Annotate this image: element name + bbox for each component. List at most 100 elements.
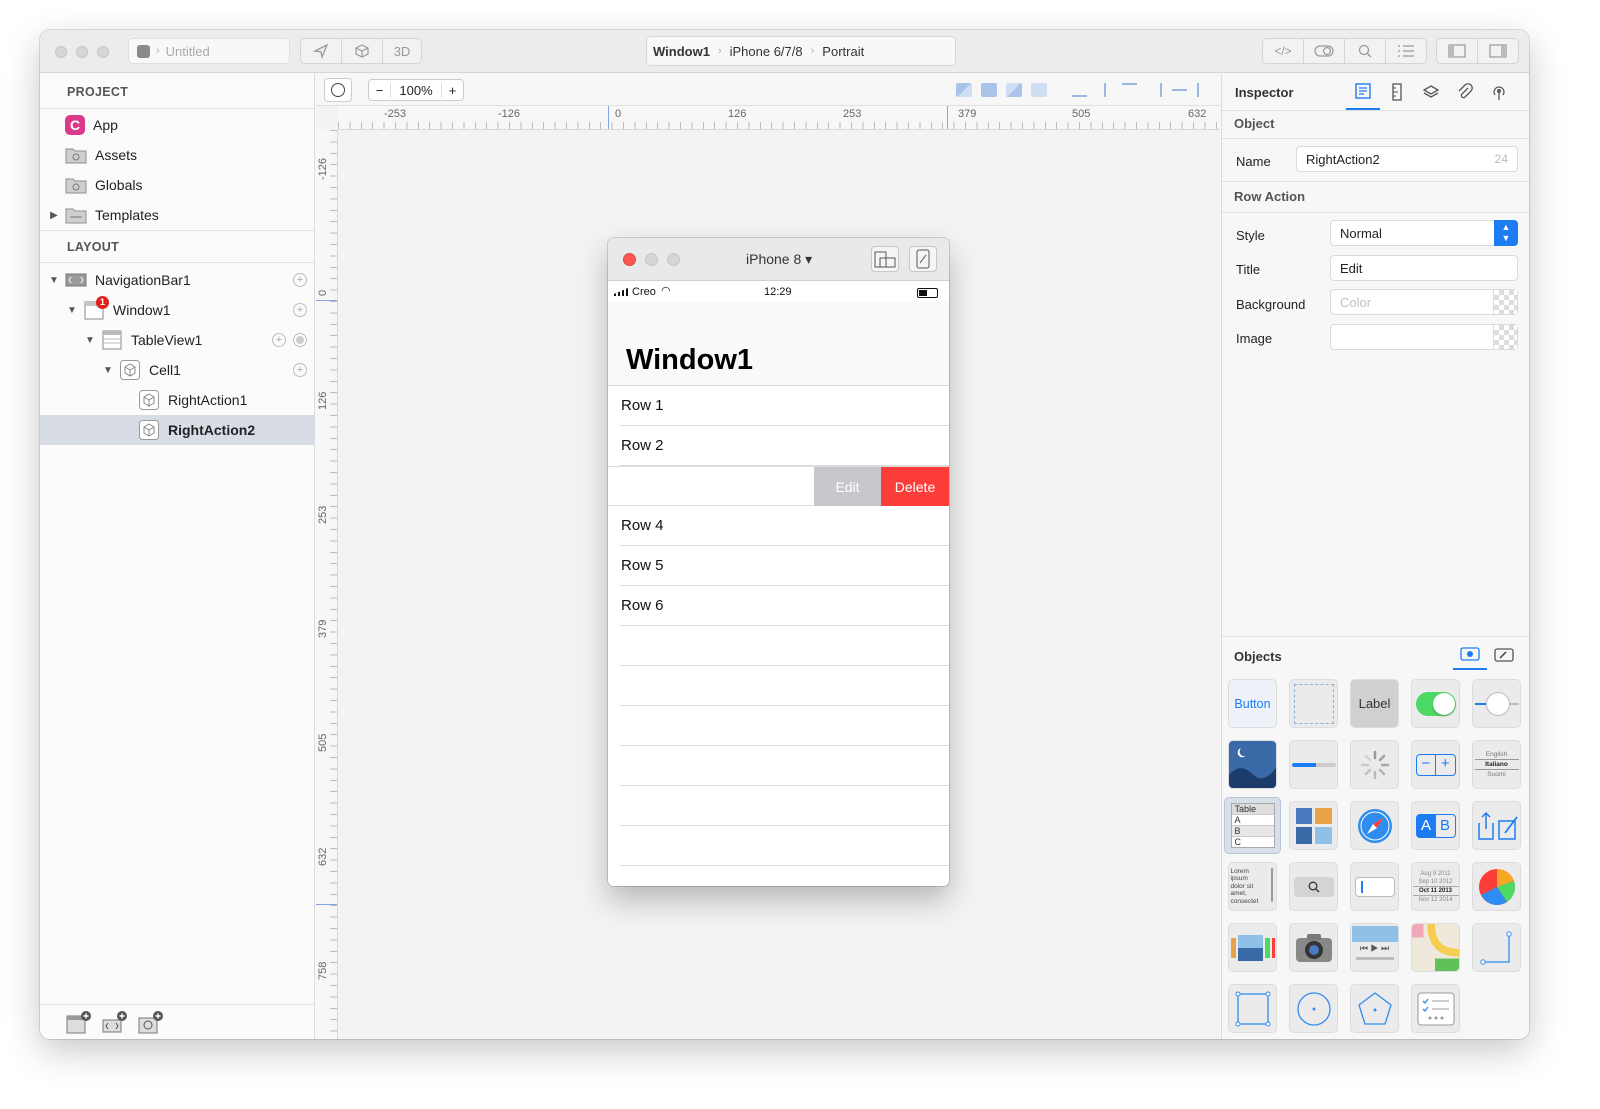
disclosure-right-icon[interactable]: ▶ — [48, 210, 60, 221]
progress-view-object[interactable] — [1289, 740, 1338, 789]
simulator-minimize-button[interactable] — [645, 253, 658, 266]
add-icon[interactable]: + — [293, 273, 307, 287]
add-navigation-bar-button[interactable] — [102, 1011, 127, 1033]
align-center-v-icon[interactable] — [1097, 83, 1112, 97]
table-row[interactable]: Row 5 — [620, 546, 949, 586]
view-object[interactable] — [1289, 679, 1338, 728]
close-window-button[interactable] — [55, 46, 67, 58]
add-window-button[interactable] — [66, 1011, 91, 1034]
align-left-icon[interactable] — [1197, 83, 1212, 97]
tab-attachments[interactable] — [1448, 74, 1482, 110]
toggle-left-panel-button[interactable] — [1436, 38, 1478, 64]
device-frame-button[interactable] — [909, 246, 937, 272]
layout-item-rightaction2[interactable]: RightAction2 — [40, 415, 315, 445]
checkerboard-swatch-icon[interactable] — [1493, 325, 1517, 349]
table-view-object[interactable]: Table A B C — [1224, 797, 1281, 854]
switch-object[interactable] — [1411, 679, 1460, 728]
checkerboard-swatch-icon[interactable] — [1493, 290, 1517, 314]
table-view[interactable]: Row 1 Row 2 Edit Delete Row 4 Row 5 Row … — [608, 386, 949, 886]
zoom-window-button[interactable] — [97, 46, 109, 58]
simulator-close-button[interactable] — [623, 253, 636, 266]
align-center-h-icon[interactable] — [1172, 83, 1187, 97]
image-gallery-object[interactable] — [1228, 923, 1277, 972]
disclosure-down-icon[interactable]: ▼ — [66, 305, 78, 316]
tab-attributes[interactable] — [1346, 74, 1380, 110]
delete-row-action[interactable]: Delete — [881, 467, 949, 506]
toggle-right-panel-button[interactable] — [1477, 38, 1519, 64]
share-object[interactable] — [1472, 801, 1521, 850]
layout-item-cell1[interactable]: ▼ Cell1 — [40, 355, 315, 385]
bring-to-front-icon[interactable] — [981, 83, 997, 97]
device-simulator[interactable]: iPhone 8 ▾ Creo ◠ 12:29 Window1 Row 1 Ro… — [608, 238, 949, 886]
align-bottom-icon[interactable] — [1072, 83, 1087, 97]
send-backward-icon[interactable] — [1006, 83, 1022, 97]
slider-object[interactable] — [1472, 679, 1521, 728]
preview-button[interactable] — [1303, 38, 1345, 64]
tab-snippets[interactable] — [1487, 640, 1521, 670]
list-button[interactable] — [1385, 38, 1427, 64]
breadcrumb-orientation[interactable]: Portrait — [822, 44, 864, 59]
media-player-object[interactable]: ⏮ ▶ ⏭ — [1350, 923, 1399, 972]
settings-circle-icon[interactable] — [293, 333, 307, 347]
document-selector[interactable]: › Untitled — [128, 38, 290, 64]
name-field[interactable]: RightAction2 24 — [1296, 146, 1518, 172]
breadcrumb-device[interactable]: iPhone 6/7/8 — [730, 44, 803, 59]
title-field[interactable]: Edit — [1330, 255, 1518, 281]
add-icon[interactable]: + — [293, 303, 307, 317]
tab-layers[interactable] — [1414, 74, 1448, 110]
zoom-in-button[interactable]: + — [441, 82, 463, 98]
layout-item-navigationbar1[interactable]: ▼ NavigationBar1 — [40, 265, 315, 295]
add-icon[interactable]: + — [293, 363, 307, 377]
web-view-object[interactable] — [1350, 801, 1399, 850]
activity-indicator-object[interactable] — [1350, 740, 1399, 789]
bring-forward-icon[interactable] — [956, 83, 972, 97]
text-field-object[interactable] — [1350, 862, 1399, 911]
layout-item-rightaction1[interactable]: RightAction1 — [40, 385, 315, 415]
tab-connections[interactable] — [1482, 74, 1516, 110]
send-to-back-icon[interactable] — [1031, 83, 1047, 97]
background-color-field[interactable]: Color — [1330, 289, 1518, 315]
label-object[interactable]: Label — [1350, 679, 1399, 728]
zoom-out-button[interactable]: − — [369, 82, 391, 98]
collection-view-object[interactable] — [1289, 801, 1338, 850]
style-select[interactable]: Normal ▲ ▼ — [1330, 220, 1518, 246]
3d-button[interactable]: 3D — [382, 38, 422, 64]
table-row[interactable]: Row 2 — [620, 426, 949, 466]
minimize-window-button[interactable] — [76, 46, 88, 58]
zoom-level[interactable]: 100% — [391, 83, 441, 98]
image-view-object[interactable] — [1228, 740, 1277, 789]
layout-item-window1[interactable]: ▼ 1 Window1 — [40, 295, 315, 325]
chart-object[interactable] — [1472, 862, 1521, 911]
project-item-globals[interactable]: Globals — [40, 170, 315, 200]
polygon-object[interactable] — [1350, 984, 1399, 1033]
search-button[interactable] — [1344, 38, 1386, 64]
code-button[interactable]: </> — [1262, 38, 1304, 64]
project-item-app[interactable]: C App — [40, 110, 315, 140]
simulator-zoom-button[interactable] — [667, 253, 680, 266]
breadcrumb-window[interactable]: Window1 — [653, 44, 710, 59]
disclosure-down-icon[interactable]: ▼ — [48, 275, 60, 286]
tab-objects[interactable] — [1453, 640, 1487, 670]
table-row[interactable]: Row 4 — [620, 506, 949, 546]
shape-tool-button[interactable] — [324, 78, 352, 102]
disclosure-down-icon[interactable]: ▼ — [84, 335, 96, 346]
device-selector[interactable]: iPhone 8 ▾ — [746, 251, 812, 268]
align-top-icon[interactable] — [1122, 83, 1137, 97]
cube-button[interactable] — [341, 38, 383, 64]
project-item-templates[interactable]: ▶ Templates — [40, 200, 315, 230]
button-object[interactable]: Button — [1228, 679, 1277, 728]
table-row-swiped[interactable]: Edit Delete — [608, 466, 949, 506]
text-view-object[interactable]: Lorem ipsum dolor sit amet, consectet — [1228, 862, 1277, 911]
rectangle-object[interactable] — [1228, 984, 1277, 1033]
image-field[interactable] — [1330, 324, 1518, 350]
segmented-control-object[interactable]: AB — [1411, 801, 1460, 850]
date-picker-object[interactable]: Aug 9 2011 Sep 10 2012 Oct 11 2013 Nov 1… — [1411, 862, 1460, 911]
disclosure-down-icon[interactable]: ▼ — [102, 365, 114, 376]
add-asset-button[interactable] — [138, 1011, 163, 1034]
project-item-assets[interactable]: Assets — [40, 140, 315, 170]
send-button[interactable] — [300, 38, 342, 64]
search-bar-object[interactable] — [1289, 862, 1338, 911]
form-object[interactable] — [1411, 984, 1460, 1033]
add-icon[interactable]: + — [272, 333, 286, 347]
table-row[interactable]: Row 6 — [620, 586, 949, 626]
